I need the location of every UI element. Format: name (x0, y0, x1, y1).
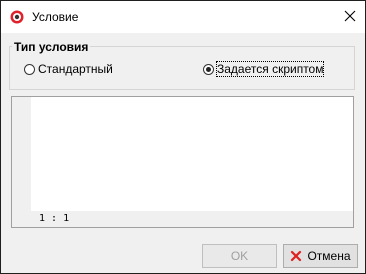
cancel-button[interactable]: Отмена (283, 244, 358, 268)
close-button[interactable] (335, 1, 365, 31)
window-title: Условие (32, 10, 79, 24)
editor-status-bar: 1 : 1 (12, 211, 353, 227)
cancel-x-icon (291, 250, 302, 262)
cancel-label: Отмена (307, 249, 351, 263)
radio-checked-icon (203, 63, 214, 75)
radio-script-label: Задается скриптом (215, 61, 325, 77)
radio-standard-label: Стандартный (38, 62, 113, 76)
ok-button[interactable]: OK (202, 244, 277, 268)
close-icon (344, 10, 356, 22)
ok-label: OK (230, 249, 249, 263)
radio-circle-icon (24, 63, 35, 75)
line-gutter (12, 97, 31, 211)
cursor-position: 1 : 1 (39, 213, 70, 224)
script-editor[interactable]: 1 : 1 (11, 96, 354, 228)
title-bar: Условие (1, 1, 365, 33)
radio-script[interactable]: Задается скриптом (203, 61, 325, 77)
app-record-icon (10, 10, 24, 24)
radio-standard[interactable]: Стандартный (24, 62, 113, 76)
group-title: Тип условия (12, 40, 91, 54)
